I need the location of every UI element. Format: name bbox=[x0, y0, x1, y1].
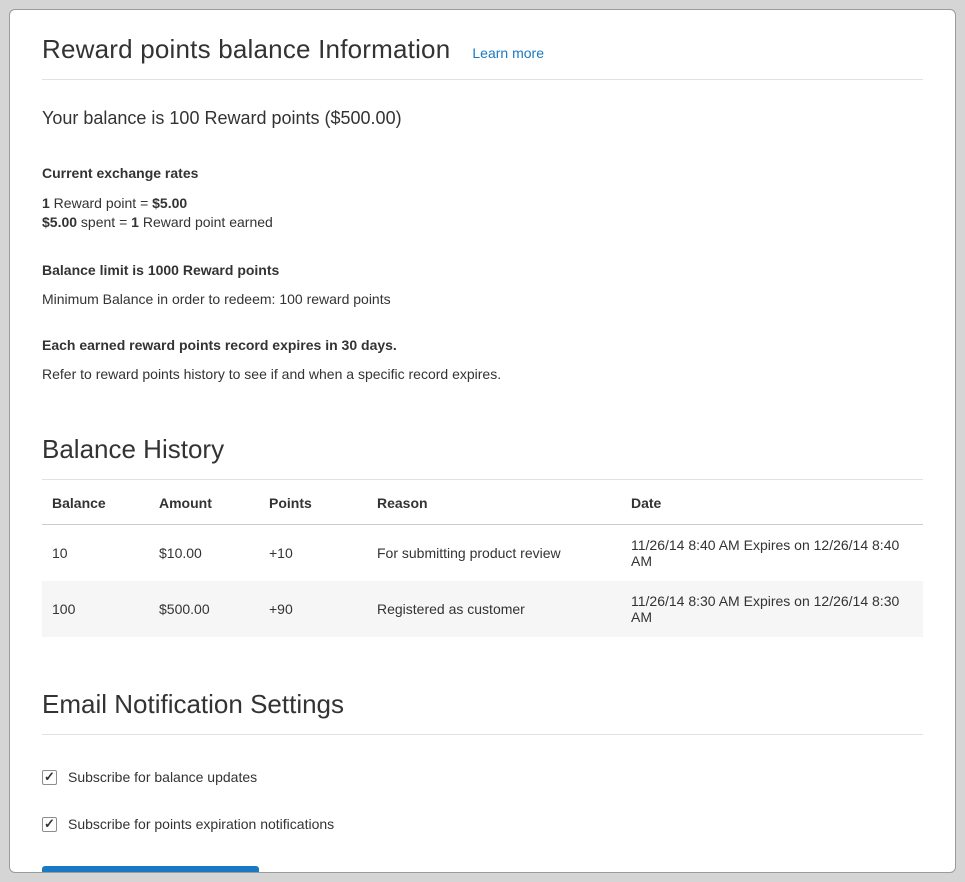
rate-part: spent = bbox=[77, 214, 131, 230]
email-notification-settings-title: Email Notification Settings bbox=[42, 689, 923, 735]
expiration-notifications-option: Subscribe for points expiration notifica… bbox=[42, 816, 923, 832]
page-header: Reward points balance Information Learn … bbox=[42, 26, 923, 79]
cell-date: 11/26/14 8:30 AM Expires on 12/26/14 8:3… bbox=[621, 581, 923, 637]
exchange-rates-heading: Current exchange rates bbox=[42, 165, 923, 181]
expiry-notice-text: Each earned reward points record expires… bbox=[42, 337, 923, 353]
rate-part: Reward point earned bbox=[139, 214, 273, 230]
save-subscription-settings-button[interactable]: Save Subscription Settings bbox=[42, 866, 259, 873]
exchange-rate-line-2: $5.00 spent = 1 Reward point earned bbox=[42, 213, 923, 232]
column-header-reason: Reason bbox=[367, 482, 621, 525]
table-header-row: Balance Amount Points Reason Date bbox=[42, 482, 923, 525]
learn-more-link[interactable]: Learn more bbox=[472, 45, 544, 61]
balance-updates-option: Subscribe for balance updates bbox=[42, 769, 923, 785]
exchange-rates-block: 1 Reward point = $5.00 $5.00 spent = 1 R… bbox=[42, 194, 923, 232]
cell-reason: For submitting product review bbox=[367, 525, 621, 582]
cell-balance: 10 bbox=[42, 525, 149, 582]
cell-amount: $500.00 bbox=[149, 581, 259, 637]
cell-date: 11/26/14 8:40 AM Expires on 12/26/14 8:4… bbox=[621, 525, 923, 582]
balance-limit-text: Balance limit is 1000 Reward points bbox=[42, 262, 923, 278]
rate-part: 1 bbox=[131, 214, 139, 230]
balance-history-table: Balance Amount Points Reason Date 10 $10… bbox=[42, 482, 923, 637]
balance-history-title: Balance History bbox=[42, 434, 923, 480]
header-divider bbox=[42, 79, 923, 80]
column-header-amount: Amount bbox=[149, 482, 259, 525]
expiry-hint-text: Refer to reward points history to see if… bbox=[42, 366, 923, 382]
rate-part: $5.00 bbox=[152, 195, 187, 211]
expiration-notifications-label: Subscribe for points expiration notifica… bbox=[68, 816, 334, 832]
column-header-points: Points bbox=[259, 482, 367, 525]
expiration-notifications-checkbox[interactable] bbox=[42, 817, 57, 832]
cell-amount: $10.00 bbox=[149, 525, 259, 582]
column-header-date: Date bbox=[621, 482, 923, 525]
rate-part: Reward point = bbox=[50, 195, 152, 211]
cell-points: +10 bbox=[259, 525, 367, 582]
balance-updates-checkbox[interactable] bbox=[42, 770, 57, 785]
minimum-balance-text: Minimum Balance in order to redeem: 100 … bbox=[42, 291, 923, 307]
balance-summary: Your balance is 100 Reward points ($500.… bbox=[42, 108, 923, 129]
balance-updates-label: Subscribe for balance updates bbox=[68, 769, 257, 785]
column-header-balance: Balance bbox=[42, 482, 149, 525]
rate-part: 1 bbox=[42, 195, 50, 211]
cell-points: +90 bbox=[259, 581, 367, 637]
rate-part: $5.00 bbox=[42, 214, 77, 230]
cell-balance: 100 bbox=[42, 581, 149, 637]
table-row: 10 $10.00 +10 For submitting product rev… bbox=[42, 525, 923, 582]
cell-reason: Registered as customer bbox=[367, 581, 621, 637]
table-row: 100 $500.00 +90 Registered as customer 1… bbox=[42, 581, 923, 637]
reward-points-panel: Reward points balance Information Learn … bbox=[9, 9, 956, 873]
exchange-rate-line-1: 1 Reward point = $5.00 bbox=[42, 194, 923, 213]
page-title: Reward points balance Information bbox=[42, 34, 450, 65]
